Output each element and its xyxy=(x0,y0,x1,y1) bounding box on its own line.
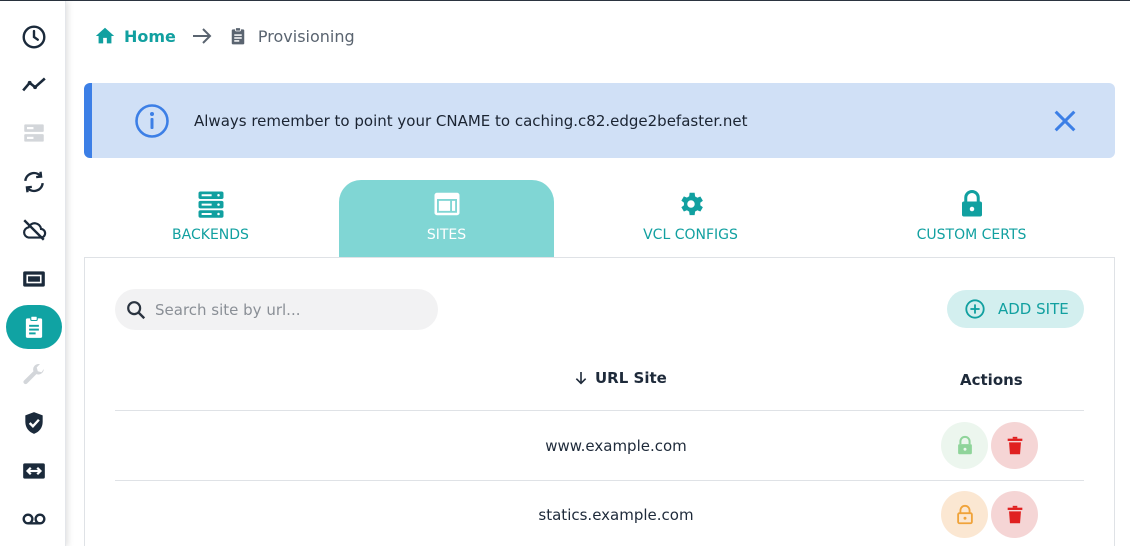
tab-backends[interactable]: BACKENDS xyxy=(103,180,318,257)
clipboard-icon xyxy=(231,27,245,45)
trash-icon xyxy=(1007,436,1022,454)
info-icon xyxy=(134,103,170,139)
sidebar-item-sync[interactable] xyxy=(6,160,62,204)
server-stack-icon xyxy=(198,191,223,218)
tab-sites[interactable]: SITES xyxy=(339,180,554,257)
add-site-button[interactable]: ADD SITE xyxy=(947,290,1084,328)
lock-icon xyxy=(961,190,982,217)
trend-icon xyxy=(22,77,46,92)
sidebar-item-provisioning[interactable] xyxy=(6,305,62,349)
column-header-url[interactable]: URL Site xyxy=(573,369,667,387)
cloud-off-icon xyxy=(23,219,47,241)
sidebar-item-cloud[interactable] xyxy=(6,208,62,252)
info-alert: Always remember to point your CNAME to c… xyxy=(84,83,1115,158)
row-url: statics.example.com xyxy=(538,506,694,524)
alert-message: Always remember to point your CNAME to c… xyxy=(194,111,748,130)
search-icon xyxy=(127,300,146,319)
web-icon xyxy=(434,192,459,216)
search-box[interactable] xyxy=(115,289,438,330)
sidebar-item-security[interactable] xyxy=(6,401,62,445)
row-url: www.example.com xyxy=(545,437,687,455)
sidebar-item-voicemail[interactable] xyxy=(6,497,62,541)
sidebar-item-history[interactable] xyxy=(6,15,62,59)
lock-open-icon xyxy=(956,504,973,524)
plus-circle-icon xyxy=(965,299,985,319)
wrench-icon xyxy=(23,363,44,385)
sidebar-item-tickets[interactable] xyxy=(6,257,62,301)
sidebar xyxy=(0,1,66,546)
breadcrumb-home-label: Home xyxy=(124,26,176,46)
tab-backends-label: BACKENDS xyxy=(172,227,249,243)
gear-icon xyxy=(680,192,703,216)
arrow-down-icon xyxy=(575,372,587,385)
column-header-url-label: URL Site xyxy=(595,369,667,387)
server-icon xyxy=(24,124,44,142)
shield-check-icon xyxy=(25,412,43,434)
swap-icon xyxy=(23,463,45,479)
trash-icon xyxy=(1007,505,1022,523)
tab-custom-certs-label: CUSTOM CERTS xyxy=(916,227,1027,243)
delete-button[interactable] xyxy=(991,491,1038,538)
sidebar-item-servers[interactable] xyxy=(6,111,62,155)
tab-bar: BACKENDS SITES VCL CONFIGS CUSTOM CERTS xyxy=(84,180,1115,257)
breadcrumb-separator xyxy=(190,24,214,48)
clipboard-icon xyxy=(25,315,43,338)
add-site-label: ADD SITE xyxy=(998,300,1069,318)
row-divider xyxy=(115,480,1084,481)
header-divider xyxy=(115,410,1084,411)
tab-vcl-configs[interactable]: VCL CONFIGS xyxy=(583,180,798,257)
search-input[interactable] xyxy=(155,300,415,319)
home-icon xyxy=(95,27,115,44)
tab-vcl-configs-label: VCL CONFIGS xyxy=(643,227,738,243)
sidebar-item-tools[interactable] xyxy=(6,353,62,397)
sidebar-item-redirects[interactable] xyxy=(6,449,62,493)
breadcrumb-current: Provisioning xyxy=(228,26,355,46)
ticket-icon xyxy=(23,271,45,287)
breadcrumb: Home Provisioning xyxy=(94,23,355,49)
delete-button[interactable] xyxy=(991,422,1038,469)
ssl-lock-button[interactable] xyxy=(941,422,988,469)
sidebar-item-analytics[interactable] xyxy=(6,63,62,107)
lock-icon xyxy=(957,435,972,454)
tab-sites-label: SITES xyxy=(426,227,467,243)
clock-icon xyxy=(22,25,46,49)
voicemail-icon xyxy=(22,513,46,525)
breadcrumb-home-link[interactable]: Home xyxy=(94,25,176,47)
breadcrumb-current-label: Provisioning xyxy=(257,26,355,46)
column-header-actions: Actions xyxy=(960,371,1023,389)
close-icon[interactable] xyxy=(1051,107,1079,135)
tab-custom-certs[interactable]: CUSTOM CERTS xyxy=(864,180,1079,257)
sync-icon xyxy=(24,171,44,193)
ssl-unlock-button[interactable] xyxy=(941,491,988,538)
arrow-right-icon xyxy=(192,28,212,44)
